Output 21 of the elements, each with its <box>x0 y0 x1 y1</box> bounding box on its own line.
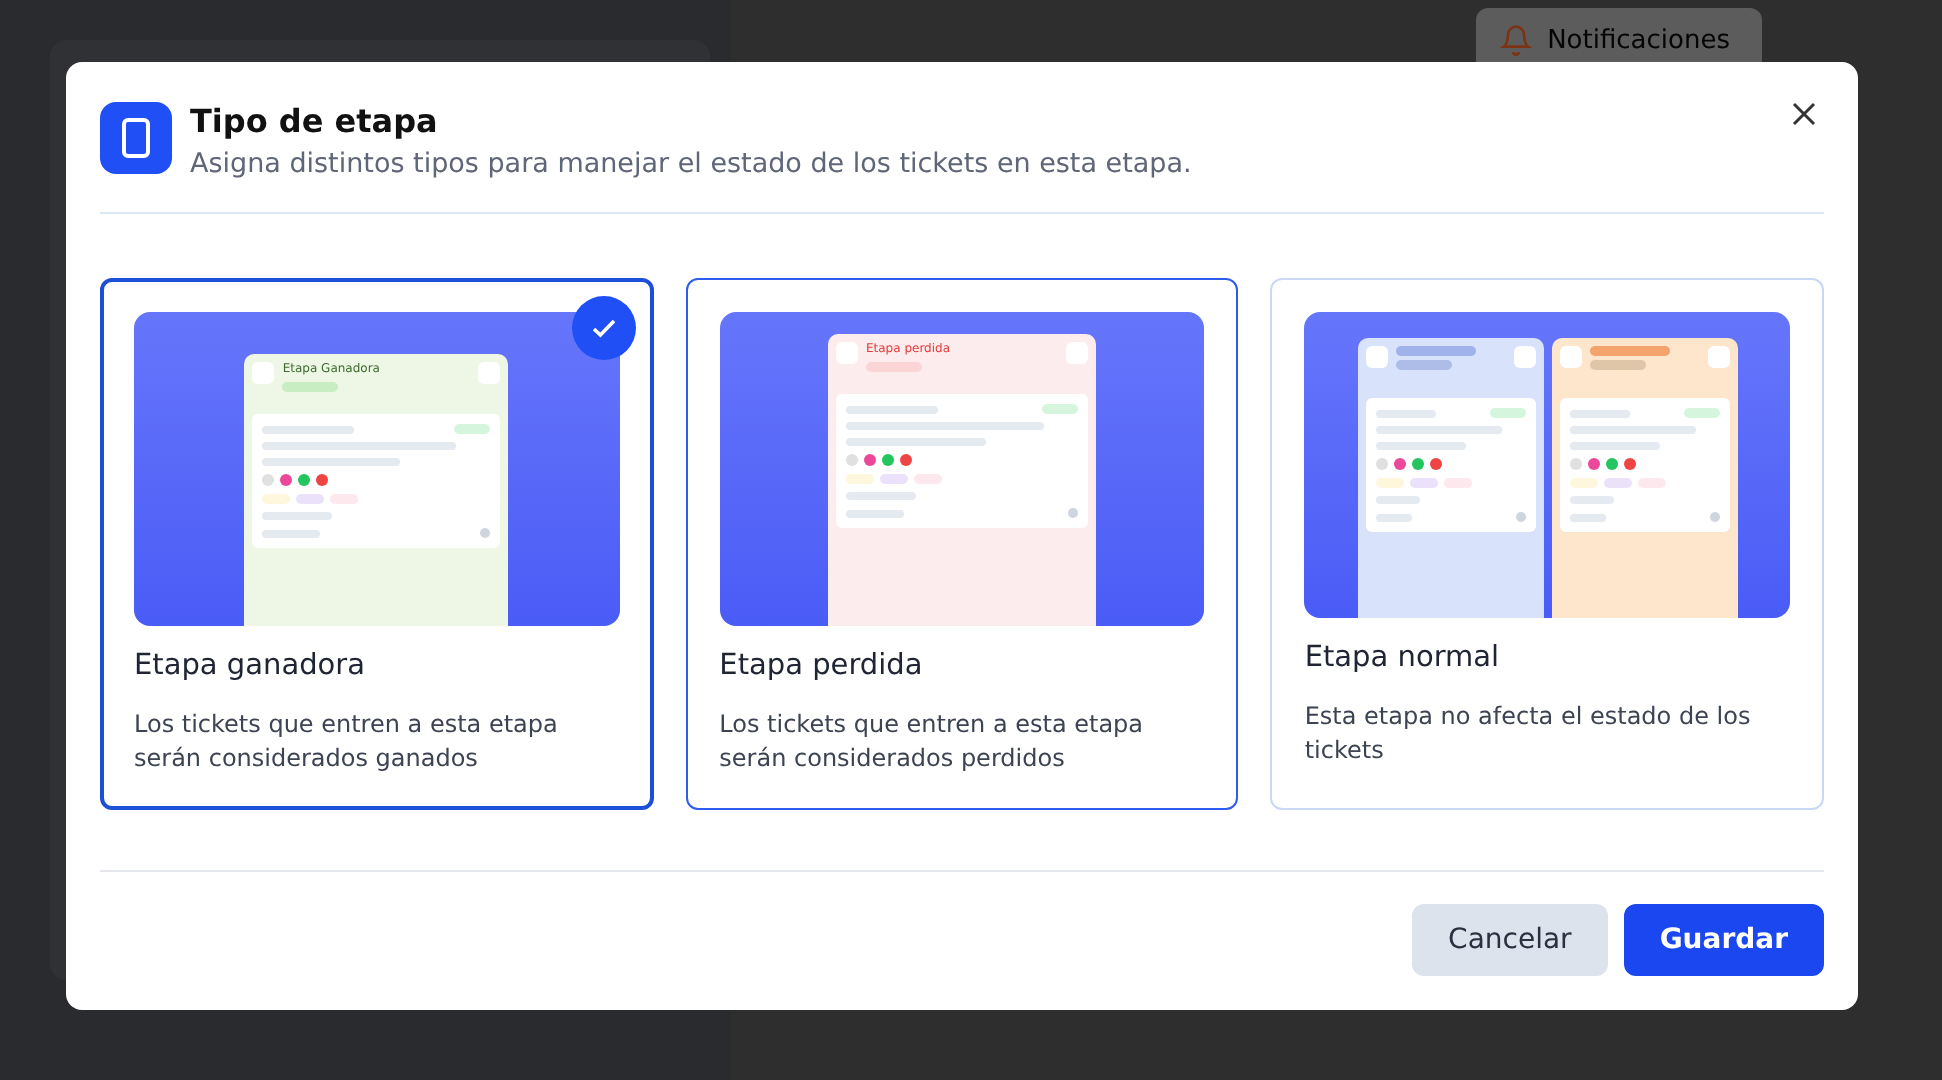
phone-icon <box>100 102 172 174</box>
option-title: Etapa ganadora <box>134 650 368 682</box>
dialog-subtitle: Asigna distintos tipos para manejar el estado de los tickets en esta etapa. <box>190 148 1192 180</box>
cancel-button[interactable]: Cancelar <box>1412 904 1608 976</box>
mini-icon <box>478 362 501 384</box>
option-title: Etapa normal <box>1304 642 1502 674</box>
option-title: Etapa perdida <box>719 650 925 682</box>
check-icon <box>571 296 636 360</box>
save-button[interactable]: Guardar <box>1623 904 1824 976</box>
mini-icon <box>1365 346 1388 368</box>
mini-icon <box>252 362 275 384</box>
mini-icon <box>1707 346 1730 368</box>
dialog-title: Tipo de etapa <box>190 102 440 140</box>
mini-icon <box>1513 346 1536 368</box>
close-icon <box>1792 102 1816 126</box>
option-description: Los tickets que entren a esta etapa serán considerados perdidos <box>719 708 1146 776</box>
mini-icon <box>1559 346 1582 368</box>
option-description: Los tickets que entren a esta etapa serán considerados ganados <box>134 708 560 776</box>
bell-icon <box>1499 24 1532 56</box>
stage-option-card[interactable]: Etapa normal Esta etapa no afecta el estado de los tickets <box>1270 278 1824 810</box>
option-description: Esta etapa no afecta el estado de los tickets <box>1304 700 1753 768</box>
